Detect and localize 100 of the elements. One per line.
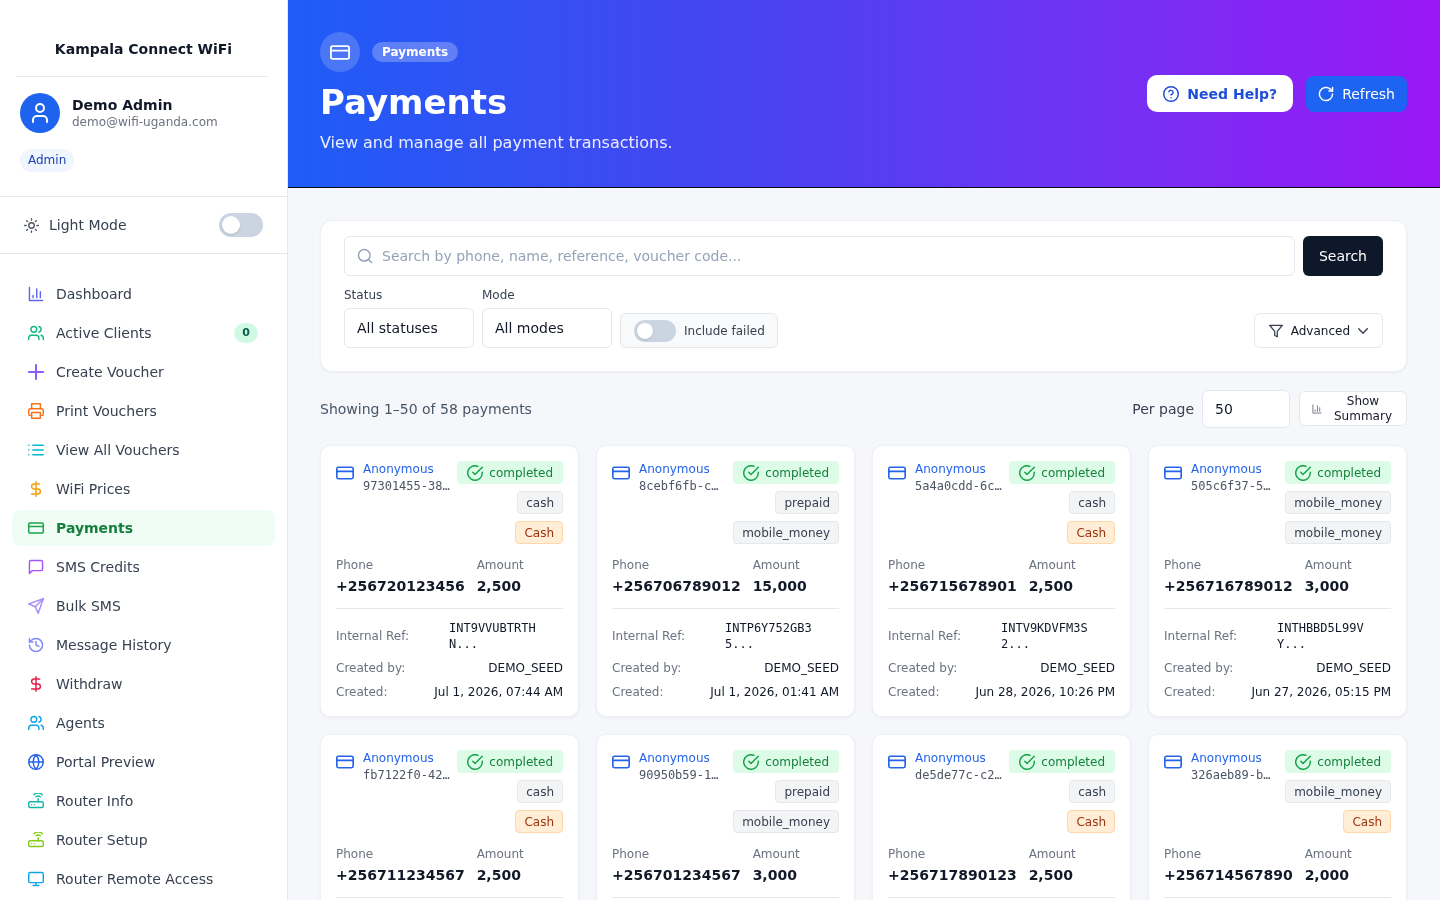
check-circle-icon xyxy=(1019,464,1036,481)
show-summary-button[interactable]: Show Summary xyxy=(1299,391,1407,426)
toggle-switch[interactable] xyxy=(634,319,676,342)
theme-toggle[interactable] xyxy=(219,213,263,237)
users-icon xyxy=(28,325,44,341)
field-label: Amount xyxy=(752,846,800,862)
nav-item[interactable]: Router Setup xyxy=(12,822,275,858)
card-icon xyxy=(1164,466,1182,480)
reference-value: INTHBBD5L99VY... xyxy=(1277,620,1365,652)
amount-value: 2,500 xyxy=(1028,577,1073,596)
phone-number: +256720123456 xyxy=(336,577,465,596)
nav-item[interactable]: Active Clients 0 xyxy=(12,315,275,351)
search-button[interactable]: Search xyxy=(1302,236,1383,276)
detail-value: DEMO_SEED xyxy=(1040,660,1115,676)
detail-value: DEMO_SEED xyxy=(488,660,563,676)
phone-number: +256717890123 xyxy=(888,866,1017,885)
nav-item[interactable]: Dashboard xyxy=(12,276,275,312)
phone-number: +256716789012 xyxy=(1164,577,1293,596)
nav-item[interactable]: Withdraw xyxy=(12,666,275,702)
include-failed-option[interactable]: Include failed xyxy=(620,313,778,348)
customer-name[interactable]: Anonymous xyxy=(363,461,434,478)
detail-label: Created: xyxy=(336,684,388,700)
theme-label: Light Mode xyxy=(49,217,127,233)
role-badge: Admin xyxy=(20,149,75,172)
detail-label: Created: xyxy=(612,684,664,700)
filter-icon xyxy=(1268,323,1283,338)
nav-item[interactable]: WiFi Prices xyxy=(12,471,275,507)
detail-label: Created by: xyxy=(888,660,958,676)
detail-value: Jul 1, 2026, 07:44 AM xyxy=(434,684,563,700)
customer-name[interactable]: Anonymous xyxy=(915,461,986,478)
field-label: Phone xyxy=(336,846,374,862)
payment-id: de5de77c-c2… xyxy=(915,767,1002,784)
check-circle-icon xyxy=(743,753,760,770)
per-page-field[interactable]: 50 xyxy=(1202,389,1290,428)
monitor-icon xyxy=(28,871,44,887)
nav-item[interactable]: Payments xyxy=(12,510,275,546)
payment-tag: cash xyxy=(1069,491,1115,514)
phone-number: +256711234567 xyxy=(336,866,465,885)
customer-name[interactable]: Anonymous xyxy=(639,461,710,478)
field-label: Phone xyxy=(888,557,926,573)
nav-item[interactable]: Router Info xyxy=(12,783,275,819)
payment-tag: mobile_money xyxy=(1285,780,1391,803)
status-select[interactable]: All statuses xyxy=(344,308,474,348)
caret-icon xyxy=(1358,327,1368,334)
page-title: Payments xyxy=(320,81,508,124)
detail-label: Internal Ref: xyxy=(336,628,411,644)
payment-tag: mobile_money xyxy=(1285,521,1391,544)
nav-item[interactable]: Create Voucher xyxy=(12,354,275,390)
check-circle-icon xyxy=(467,464,484,481)
detail-label: Created: xyxy=(888,684,940,700)
payment-tag: Cash xyxy=(1067,521,1115,544)
field-label: Phone xyxy=(888,846,926,862)
payment-id: 8cebf6fb-c… xyxy=(639,478,719,495)
field-label: Amount xyxy=(1028,557,1076,573)
customer-name[interactable]: Anonymous xyxy=(363,750,434,767)
nav-item[interactable]: Bulk SMS xyxy=(12,588,275,624)
sun-icon xyxy=(24,217,39,233)
field-label: Phone xyxy=(1164,846,1202,862)
customer-name[interactable]: Anonymous xyxy=(915,750,986,767)
nav-item[interactable]: Print Vouchers xyxy=(12,393,275,429)
card-icon xyxy=(336,466,354,480)
payment-tag: mobile_money xyxy=(733,810,839,833)
payment-tag: prepaid xyxy=(775,780,839,803)
history-icon xyxy=(28,637,44,653)
user-email: demo@wifi-uganda.com xyxy=(72,114,218,130)
card-icon xyxy=(320,32,360,72)
customer-name[interactable]: Anonymous xyxy=(639,750,710,767)
dollar-icon xyxy=(28,676,44,692)
nav-item[interactable]: View All Vouchers xyxy=(12,432,275,468)
payment-tag: Cash xyxy=(1343,810,1391,833)
payment-tag: prepaid xyxy=(775,491,839,514)
refresh-button[interactable]: Refresh xyxy=(1306,75,1407,112)
nav-item[interactable]: Portal Preview xyxy=(12,744,275,780)
payment-tag: cash xyxy=(517,780,563,803)
nav-item[interactable]: Agents xyxy=(12,705,275,741)
payment-tag: mobile_money xyxy=(1285,491,1391,514)
plus-icon xyxy=(28,364,44,380)
customer-name[interactable]: Anonymous xyxy=(1191,461,1262,478)
advanced-button[interactable]: Advanced xyxy=(1253,313,1383,348)
check-circle-icon xyxy=(1295,753,1312,770)
status-label: completed xyxy=(489,465,553,480)
page-subtitle: View and manage all payment transactions. xyxy=(320,132,673,154)
chat-bubble-icon xyxy=(28,559,44,575)
payment-id: 90950b59-1… xyxy=(639,767,719,784)
dollar-icon xyxy=(28,481,44,497)
phone-number: +256715678901 xyxy=(888,577,1017,596)
payment-id: fb7122f0-42… xyxy=(363,767,450,784)
field-label: Mode xyxy=(482,288,515,302)
search-field[interactable]: Search by phone, name, reference, voucher code... xyxy=(344,236,1295,276)
nav-item[interactable]: SMS Credits xyxy=(12,549,275,585)
amount-value: 2,500 xyxy=(476,577,521,596)
nav-item[interactable]: Router Remote Access xyxy=(12,861,275,897)
nav-item[interactable]: Message History xyxy=(12,627,275,663)
amount-value: 3,000 xyxy=(1304,577,1349,596)
help-button[interactable]: Need Help? xyxy=(1147,75,1294,112)
payment-tag: cash xyxy=(1069,780,1115,803)
customer-name[interactable]: Anonymous xyxy=(1191,750,1262,767)
section-badge: Payments xyxy=(372,42,459,62)
check-circle-icon xyxy=(743,464,760,481)
mode-select[interactable]: All modes xyxy=(482,308,612,348)
